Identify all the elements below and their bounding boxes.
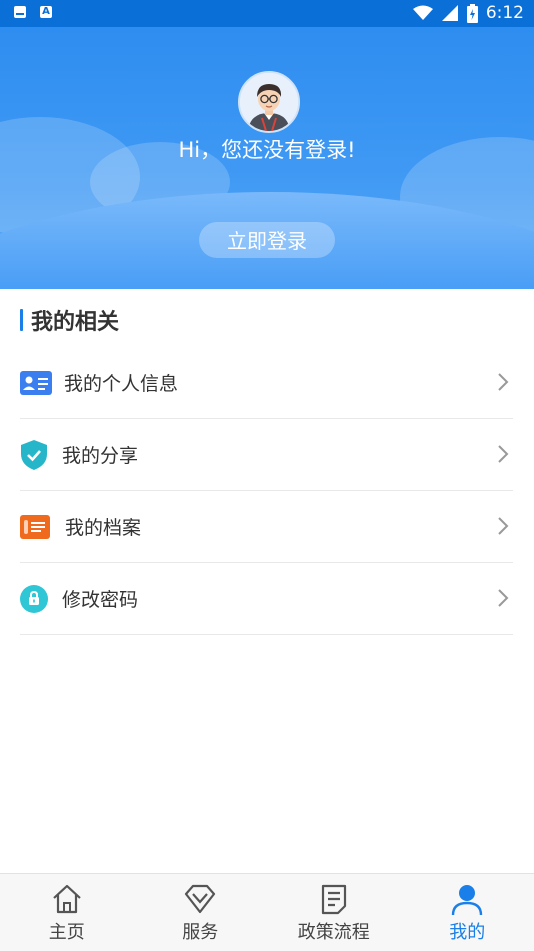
menu-item-label: 我的个人信息 <box>64 369 178 396</box>
section-header: 我的相关 <box>20 307 119 333</box>
menu-list: 我的个人信息 我的分享 我的档案 修改密码 <box>20 347 513 635</box>
diamond-icon <box>183 882 217 916</box>
user-icon <box>450 882 484 916</box>
document-icon <box>317 882 351 916</box>
tab-policy-process[interactable]: 政策流程 <box>267 874 401 951</box>
tab-label: 我的 <box>449 918 485 944</box>
chevron-right-icon <box>493 516 513 536</box>
lock-icon <box>20 583 48 615</box>
tab-services[interactable]: 服务 <box>134 874 268 951</box>
chevron-right-icon <box>493 444 513 464</box>
status-bar: A 6:12 <box>0 0 534 27</box>
tab-mine[interactable]: 我的 <box>401 874 534 951</box>
home-icon <box>50 882 84 916</box>
menu-item-my-share[interactable]: 我的分享 <box>20 419 513 491</box>
signal-icon <box>441 4 459 22</box>
avatar-icon <box>240 73 298 131</box>
section-accent-bar <box>20 309 23 331</box>
menu-item-label: 我的分享 <box>62 441 138 468</box>
menu-item-my-archive[interactable]: 我的档案 <box>20 491 513 563</box>
chevron-right-icon <box>493 588 513 608</box>
message-notification-icon <box>14 6 26 18</box>
tab-label: 政策流程 <box>298 918 370 944</box>
bottom-tab-bar: 主页 服务 政策流程 我的 <box>0 873 534 951</box>
text-notification-icon: A <box>40 6 52 18</box>
tab-label: 主页 <box>49 918 85 944</box>
section-title: 我的相关 <box>31 304 119 336</box>
file-archive-icon <box>20 511 50 543</box>
menu-item-change-password[interactable]: 修改密码 <box>20 563 513 635</box>
chevron-right-icon <box>493 372 513 392</box>
menu-item-label: 我的档案 <box>65 513 141 540</box>
clock: 6:12 <box>486 3 524 23</box>
profile-header: Hi，您还没有登录! 立即登录 <box>0 27 534 289</box>
login-button[interactable]: 立即登录 <box>199 222 335 258</box>
avatar[interactable] <box>238 71 300 133</box>
id-card-icon <box>20 367 52 399</box>
login-prompt-text: Hi，您还没有登录! <box>0 134 534 164</box>
tab-label: 服务 <box>182 918 218 944</box>
battery-icon <box>467 4 478 23</box>
menu-item-label: 修改密码 <box>62 585 138 612</box>
wifi-icon <box>413 5 433 21</box>
tab-home[interactable]: 主页 <box>0 874 134 951</box>
menu-item-personal-info[interactable]: 我的个人信息 <box>20 347 513 419</box>
shield-check-icon <box>20 439 48 471</box>
